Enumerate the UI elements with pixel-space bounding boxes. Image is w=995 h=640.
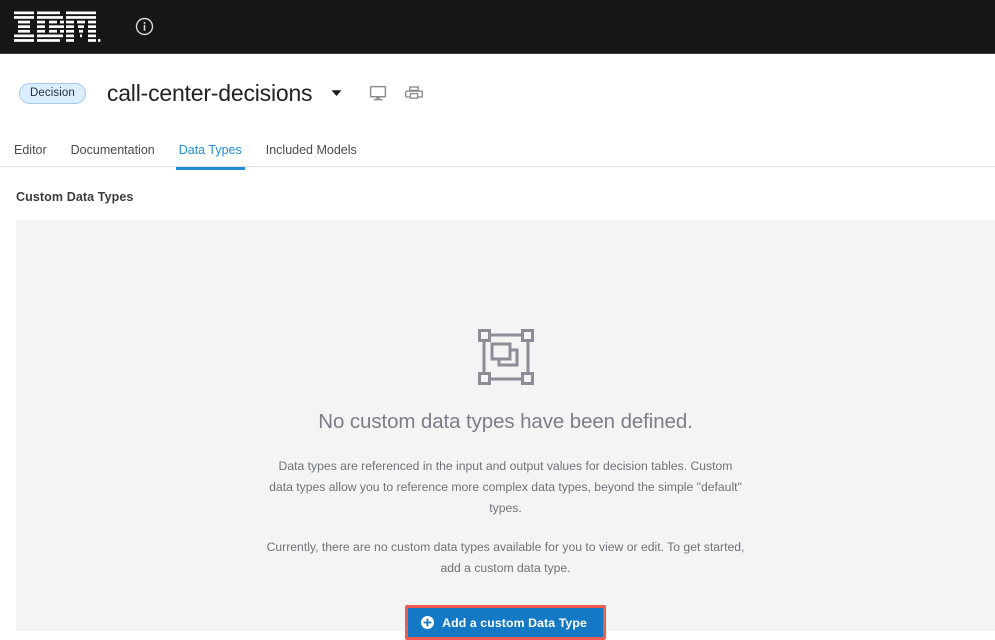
tab-label: Data Types (178, 142, 242, 157)
empty-state-description-2: Currently, there are no custom data type… (266, 540, 745, 575)
empty-state-title: No custom data types have been defined. (318, 410, 693, 433)
status-badge-decision: Decision (19, 82, 86, 104)
section-heading-custom-data-types: Custom Data Types (16, 190, 134, 204)
chevron-down-icon[interactable] (328, 85, 344, 101)
tab-included-models[interactable]: Included Models (266, 132, 357, 170)
tab-bar: Editor Documentation Data Types Included… (0, 132, 995, 170)
monitor-icon[interactable] (368, 83, 388, 103)
tab-label: Included Models (265, 142, 357, 157)
add-custom-data-type-button[interactable]: Add a custom Data Type (408, 608, 603, 637)
tab-label: Editor (14, 142, 47, 157)
select-objects-icon (477, 328, 535, 386)
tab-editor[interactable]: Editor (14, 132, 47, 170)
tab-documentation[interactable]: Documentation (71, 132, 155, 170)
ibm-logo[interactable] (14, 9, 102, 45)
empty-state-description-1: Data types are referenced in the input a… (269, 459, 742, 515)
add-custom-data-type-label: Add a custom Data Type (442, 615, 587, 630)
custom-data-types-panel: No custom data types have been defined. … (16, 220, 995, 640)
tab-label: Documentation (70, 142, 155, 157)
tab-data-types[interactable]: Data Types (175, 132, 245, 170)
top-navigation-bar (0, 0, 995, 54)
document-header: Decision call-center-decisions (0, 54, 995, 132)
add-data-type-highlight: Add a custom Data Type (405, 605, 606, 640)
plus-circle-icon (420, 616, 434, 630)
page-title: call-center-decisions (106, 79, 313, 106)
info-circle-icon[interactable] (133, 16, 155, 38)
empty-state: No custom data types have been defined. … (16, 220, 995, 640)
printer-icon[interactable] (404, 83, 424, 103)
